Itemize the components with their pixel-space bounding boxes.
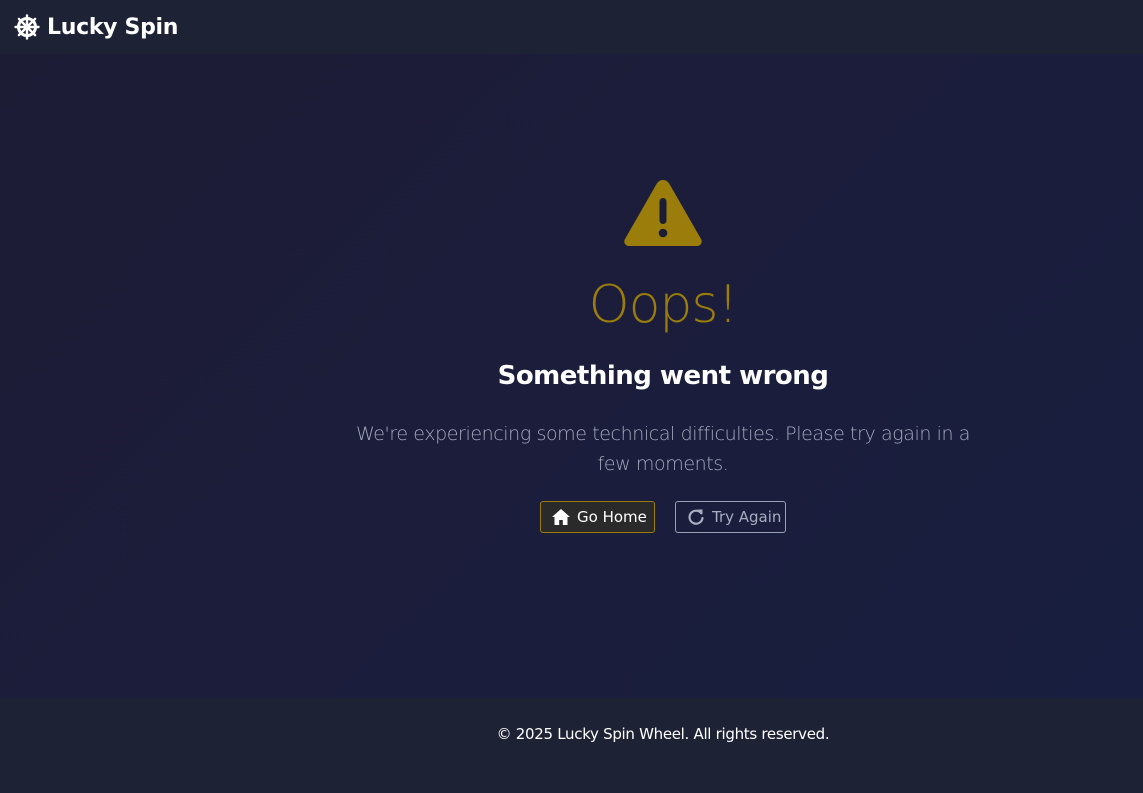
error-message: We're experiencing some technical diffic… — [355, 423, 971, 475]
brand-label: Lucky Spin — [47, 14, 179, 40]
error-subheading: Something went wrong — [497, 361, 829, 391]
try-again-button[interactable]: Try Again — [675, 501, 786, 533]
top-navbar: Lucky Spin — [0, 0, 1143, 54]
house-icon — [551, 507, 577, 527]
go-home-button[interactable]: Go Home — [540, 501, 655, 533]
brand-link[interactable]: Lucky Spin — [14, 14, 178, 40]
warning-triangle-icon — [622, 176, 704, 248]
go-home-label: Go Home — [577, 508, 647, 526]
footer: © 2025 Lucky Spin Wheel. All rights rese… — [0, 698, 1143, 793]
copyright-text: © 2025 Lucky Spin Wheel. All rights rese… — [496, 725, 830, 743]
try-again-label: Try Again — [712, 508, 782, 526]
error-heading: Oops! — [588, 275, 739, 335]
ship-wheel-icon — [14, 14, 40, 40]
error-page-main: Oops! Something went wrong We're experie… — [0, 54, 1143, 698]
refresh-icon — [686, 507, 712, 527]
